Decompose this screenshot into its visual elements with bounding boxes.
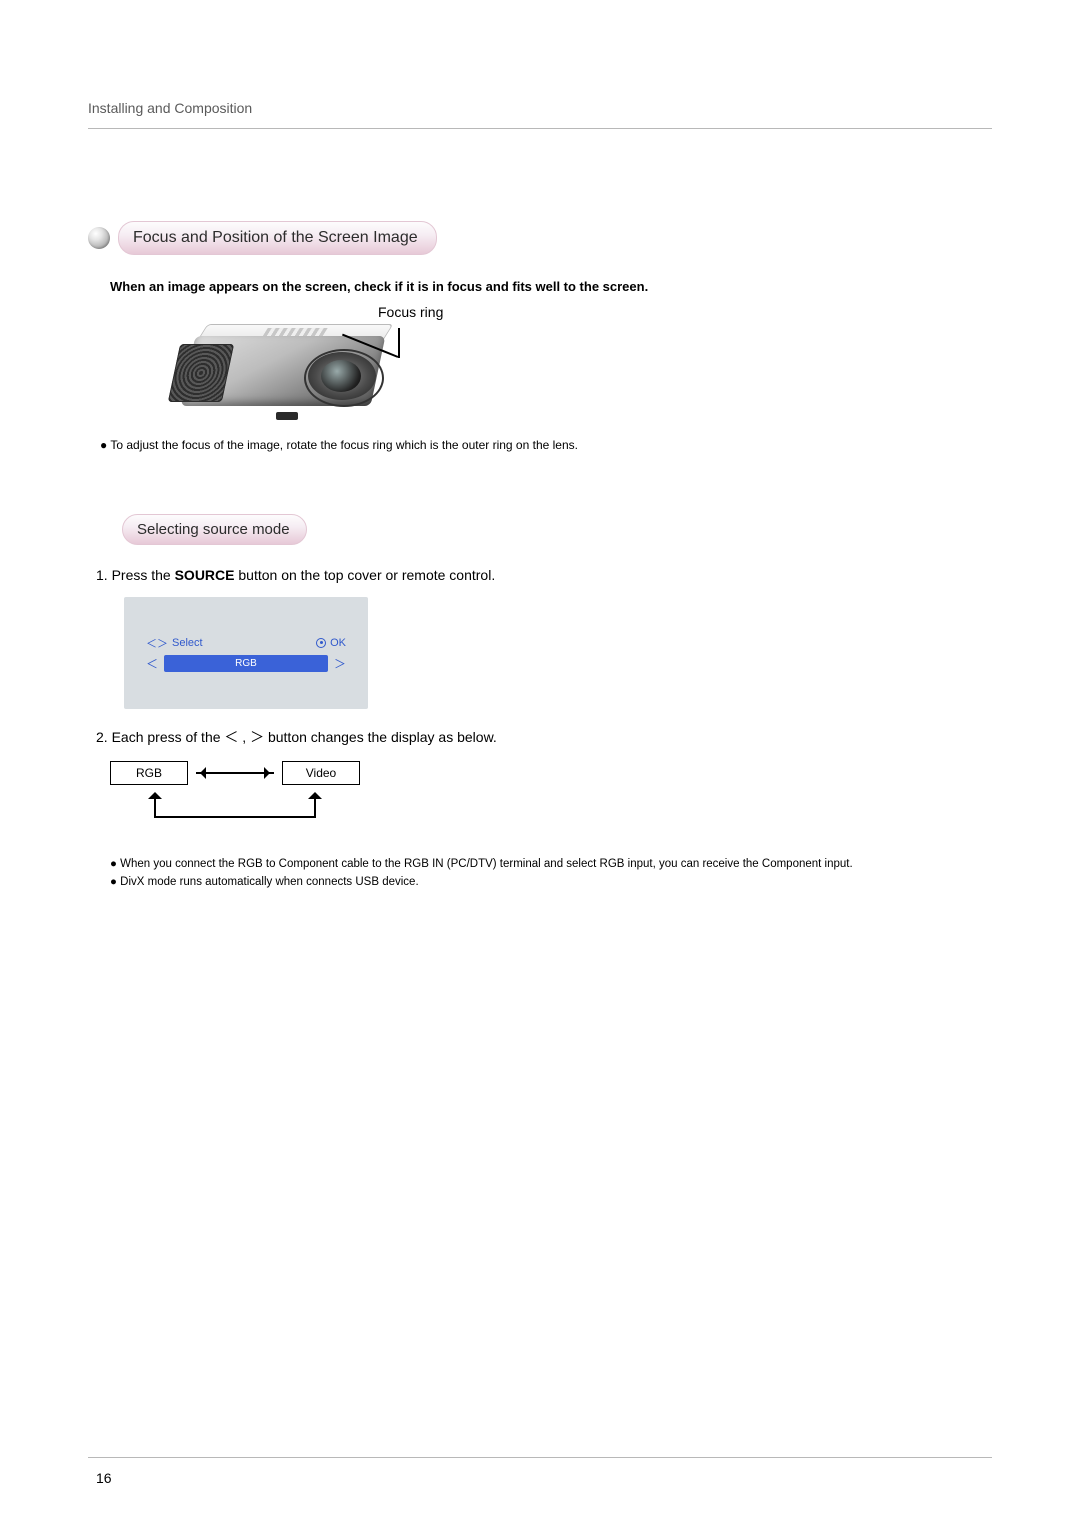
step-1: 1. Press the SOURCE button on the top co… — [96, 567, 992, 583]
cycle-box-rgb: RGB — [110, 761, 188, 785]
section-heading-focus: Focus and Position of the Screen Image — [88, 221, 992, 255]
projector-illustration — [158, 322, 408, 420]
osd-left-icon: ＜ — [146, 655, 158, 672]
ok-dot-icon — [316, 638, 326, 648]
bullet-sphere-icon — [88, 227, 110, 249]
note-line: ● DivX mode runs automatically when conn… — [110, 873, 992, 891]
running-head: Installing and Composition — [88, 100, 992, 128]
rule-bottom — [88, 1457, 992, 1458]
intro-bold: When an image appears on the screen, che… — [110, 279, 992, 294]
note-line: ● When you connect the RGB to Component … — [110, 855, 992, 873]
osd-select-hint: ＜＞ Select — [146, 635, 203, 651]
callout-line-icon — [398, 328, 400, 358]
up-arrow-icon — [308, 785, 322, 799]
osd-current-source: RGB — [164, 655, 328, 672]
osd-right-icon: ＞ — [334, 655, 346, 672]
osd-panel: ＜＞ Select OK ＜ RGB ＞ — [124, 597, 368, 709]
osd-ok-hint: OK — [316, 635, 346, 651]
cycle-box-video: Video — [282, 761, 360, 785]
heading-pill: Focus and Position of the Screen Image — [118, 221, 437, 255]
manual-page: Installing and Composition Focus and Pos… — [0, 0, 1080, 1528]
heading-pill: Selecting source mode — [122, 514, 307, 545]
projector-figure: Focus ring — [158, 304, 992, 420]
focus-ring-label: Focus ring — [378, 304, 992, 320]
source-cycle-diagram: RGB Video — [110, 761, 360, 831]
page-number: 16 — [96, 1470, 112, 1486]
footnotes: ● When you connect the RGB to Component … — [110, 855, 992, 892]
step-2: 2. Each press of the ＜ , ＞ button change… — [96, 727, 992, 747]
rule-top — [88, 128, 992, 129]
section-heading-source: Selecting source mode — [122, 514, 992, 545]
focus-bullet: ● To adjust the focus of the image, rota… — [100, 438, 992, 452]
up-arrow-icon — [148, 785, 162, 799]
double-arrow-icon — [196, 772, 274, 774]
